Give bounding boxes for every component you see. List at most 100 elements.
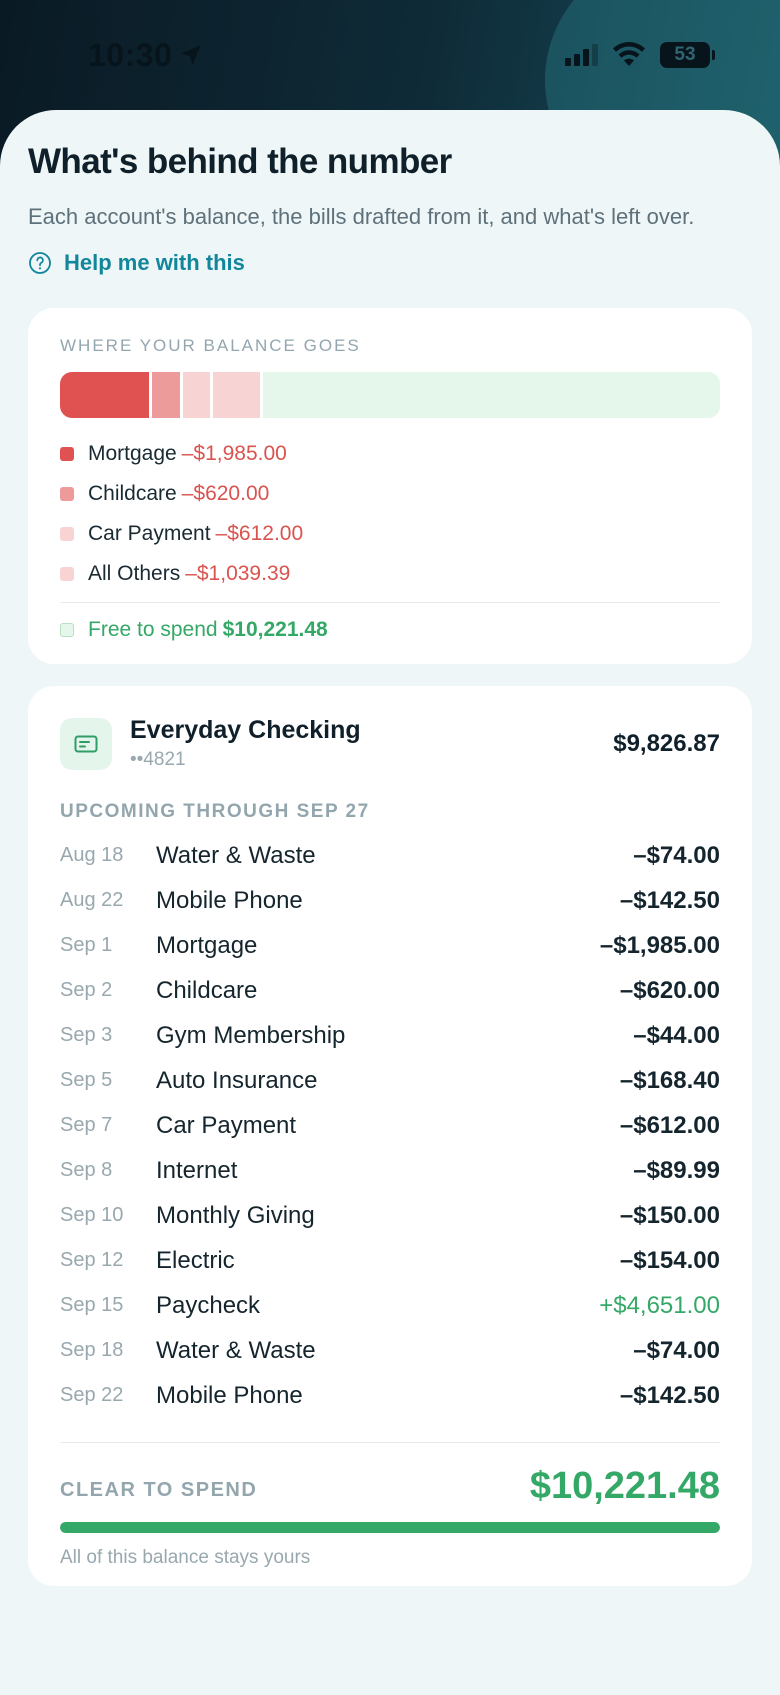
account-icon: [60, 717, 112, 770]
legend-name: Car Payment: [88, 522, 211, 545]
bill-row[interactable]: Sep 22 Mobile Phone –$142.50: [60, 1373, 720, 1418]
help-link[interactable]: Help me with this: [28, 250, 752, 276]
bill-date: Sep 2: [60, 979, 113, 1001]
bill-amount: –$142.50: [619, 1381, 720, 1409]
bill-name: Mobile Phone: [156, 1381, 303, 1409]
bill-date: Sep 12: [60, 1249, 124, 1271]
bill-row[interactable]: Sep 3 Gym Membership –$44.00: [60, 1013, 720, 1058]
bill-row[interactable]: Sep 12 Electric –$154.00: [60, 1238, 720, 1283]
legend-amount: –$1,985.00: [181, 442, 287, 465]
legend-item: Mortgage –$1,985.00: [60, 434, 720, 474]
bill-name: Gym Membership: [156, 1021, 346, 1049]
bill-amount: –$154.00: [619, 1246, 720, 1274]
status-icons: 53: [565, 42, 715, 68]
bill-name: Childcare: [156, 976, 258, 1004]
clear-to-spend-progress-fill: [60, 1522, 720, 1533]
legend-amount: –$612.00: [215, 522, 304, 545]
bill-row[interactable]: Sep 18 Water & Waste –$74.00: [60, 1328, 720, 1373]
legend-item: Car Payment –$612.00: [60, 514, 720, 554]
upcoming-label: UPCOMING THROUGH SEP 27: [60, 801, 370, 822]
bill-date: Sep 10: [60, 1204, 124, 1226]
free-to-spend-label: Free to spend: [88, 618, 218, 641]
clear-to-spend-caption: All of this balance stays yours: [60, 1547, 311, 1568]
bill-amount: –$74.00: [633, 1336, 720, 1364]
bill-date: Sep 18: [60, 1339, 124, 1361]
balance-segment: [60, 372, 149, 418]
cellular-signal-icon: [565, 44, 598, 66]
status-time: 10:30: [88, 37, 204, 74]
page-subtitle: Each account's balance, the bills drafte…: [28, 204, 695, 229]
bottom-sheet: What's behind the number Each account's …: [0, 110, 780, 1695]
bill-date: Aug 18: [60, 844, 124, 866]
balance-breakdown-card: WHERE YOUR BALANCE GOES Mortgage –$1,985.…: [28, 308, 752, 664]
bill-name: Water & Waste: [156, 841, 316, 869]
bill-name: Paycheck: [156, 1291, 261, 1319]
bill-row[interactable]: Sep 8 Internet –$89.99: [60, 1148, 720, 1193]
legend-swatch: [60, 527, 74, 541]
balance-segment: [212, 372, 260, 418]
bill-row[interactable]: Aug 18 Water & Waste –$74.00: [60, 833, 720, 878]
question-circle-icon: [29, 252, 51, 274]
clear-to-spend-progress: [60, 1522, 720, 1533]
bill-name: Water & Waste: [156, 1336, 316, 1364]
bill-amount: –$142.50: [619, 886, 720, 914]
card-icon: [74, 735, 98, 752]
bill-amount: –$89.99: [633, 1156, 720, 1184]
clear-to-spend-row: CLEAR TO SPEND $10,221.48: [60, 1465, 720, 1508]
bill-date: Sep 22: [60, 1384, 124, 1406]
account-card[interactable]: Everyday Checking ••4821 $9,826.87 UPCOM…: [28, 686, 752, 1586]
page-title: What's behind the number: [28, 142, 452, 181]
bill-date: Sep 5: [60, 1069, 113, 1091]
bill-name: Monthly Giving: [156, 1201, 315, 1229]
battery-icon: 53: [660, 42, 715, 68]
bill-row[interactable]: Sep 10 Monthly Giving –$150.00: [60, 1193, 720, 1238]
bill-date: Sep 3: [60, 1024, 113, 1046]
legend-divider: [60, 602, 720, 603]
upcoming-bills-list: Aug 18 Water & Waste –$74.00 Aug 22 Mobile P…: [60, 833, 720, 1418]
bill-row[interactable]: Sep 15 Paycheck +$4,651.00: [60, 1283, 720, 1328]
bill-name: Mobile Phone: [156, 886, 303, 914]
bill-name: Electric: [156, 1246, 235, 1274]
location-arrow-icon: [181, 45, 202, 65]
legend-name: Childcare: [88, 482, 177, 505]
bill-name: Auto Insurance: [156, 1066, 318, 1094]
bill-amount: –$620.00: [619, 976, 720, 1004]
bill-date: Sep 7: [60, 1114, 113, 1136]
bill-name: Car Payment: [156, 1111, 297, 1139]
bill-row[interactable]: Sep 1 Mortgage –$1,985.00: [60, 923, 720, 968]
bill-amount: –$44.00: [633, 1021, 720, 1049]
legend-item: All Others –$1,039.39: [60, 554, 720, 594]
status-bar: 10:30 53: [0, 0, 780, 110]
legend-name: Mortgage: [88, 442, 177, 465]
legend-amount: –$620.00: [181, 482, 270, 505]
bill-amount: –$74.00: [633, 841, 720, 869]
balance-breakdown-label: WHERE YOUR BALANCE GOES: [60, 336, 361, 355]
bill-row[interactable]: Sep 2 Childcare –$620.00: [60, 968, 720, 1013]
account-header[interactable]: Everyday Checking ••4821 $9,826.87: [60, 716, 720, 771]
free-to-spend-swatch: [60, 623, 74, 637]
bill-date: Aug 22: [60, 889, 124, 911]
bill-name: Mortgage: [156, 931, 258, 959]
clear-to-spend-amount: $10,221.48: [529, 1465, 720, 1507]
bill-row[interactable]: Sep 5 Auto Insurance –$168.40: [60, 1058, 720, 1103]
account-balance: $9,826.87: [613, 729, 720, 757]
free-segment: [262, 372, 720, 418]
legend-swatch: [60, 447, 74, 461]
bill-name: Internet: [156, 1156, 238, 1184]
battery-level: 53: [674, 44, 696, 65]
bill-row[interactable]: Aug 22 Mobile Phone –$142.50: [60, 878, 720, 923]
free-to-spend-row: Free to spend $10,221.48: [60, 611, 720, 649]
legend-swatch: [60, 487, 74, 501]
bill-amount: –$1,985.00: [599, 931, 720, 959]
bill-amount: –$168.40: [619, 1066, 720, 1094]
legend-item: Childcare –$620.00: [60, 474, 720, 514]
bill-date: Sep 15: [60, 1294, 124, 1316]
free-to-spend-amount: $10,221.48: [222, 618, 328, 641]
legend-swatch: [60, 567, 74, 581]
balance-segment: [151, 372, 180, 418]
account-name-block: Everyday Checking ••4821: [130, 716, 613, 771]
bill-amount: +$4,651.00: [599, 1291, 720, 1319]
account-number-mask: ••4821: [130, 749, 186, 770]
legend-amount: –$1,039.39: [185, 562, 291, 585]
bill-row[interactable]: Sep 7 Car Payment –$612.00: [60, 1103, 720, 1148]
